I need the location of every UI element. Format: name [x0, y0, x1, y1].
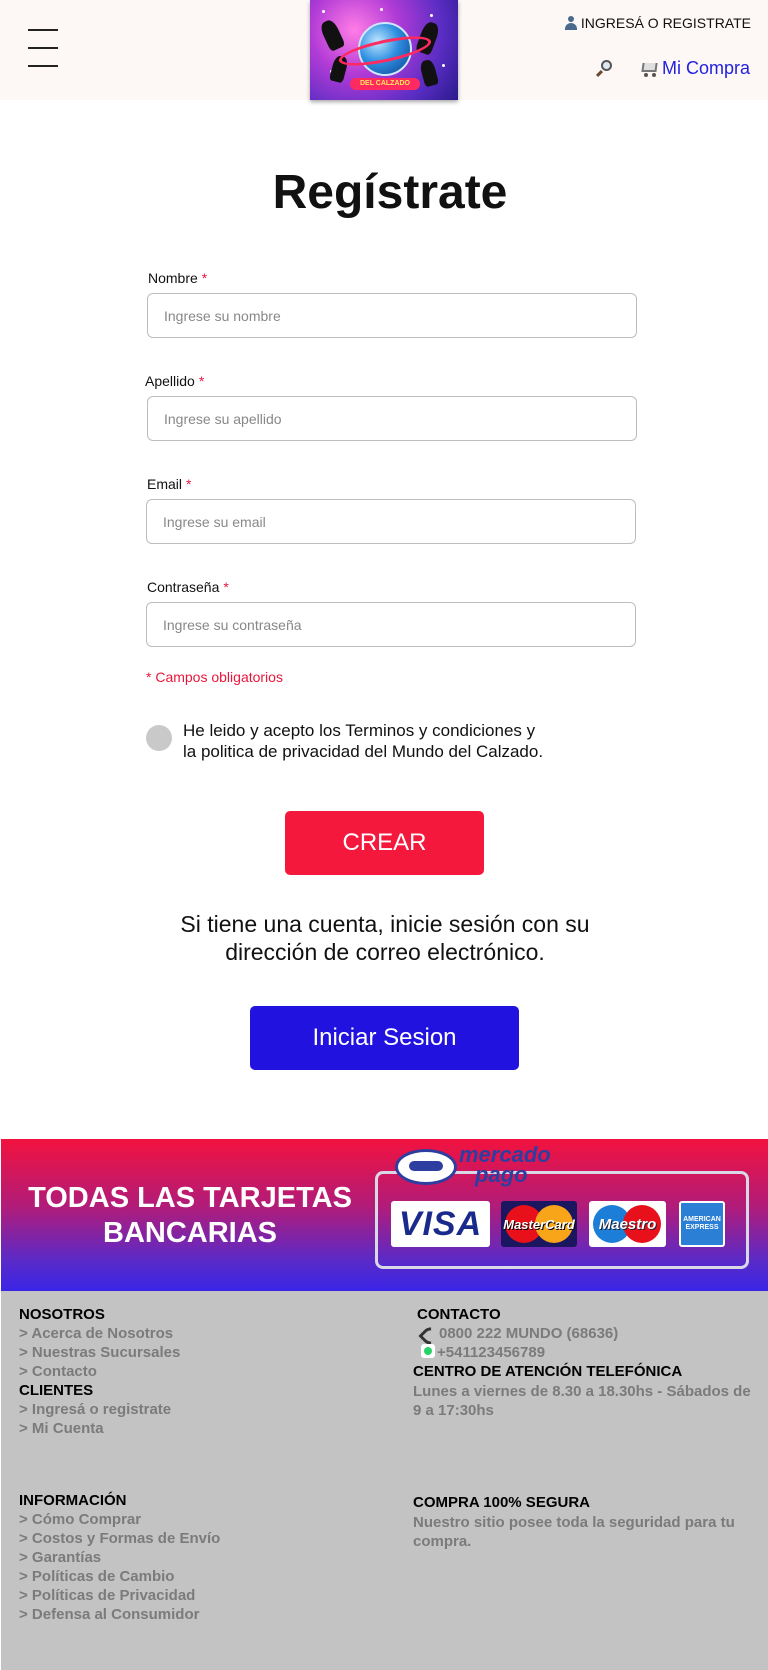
footer-hours: Lunes a viernes de 8.30 a 18.30hs - Sába… [413, 1383, 751, 1419]
create-button[interactable]: CREAR [285, 811, 484, 875]
footer-whatsapp: +541123456789 [421, 1343, 545, 1362]
page: DEL CALZADO INGRESÁ O REGISTRATE Mi Comp… [0, 0, 768, 1670]
user-icon [564, 16, 578, 30]
footer-compra-text: Nuestro sitio posee toda la seguridad pa… [413, 1514, 735, 1550]
cart-icon [640, 61, 658, 77]
footer-phone: 0800 222 MUNDO (68636) [421, 1324, 618, 1343]
footer-link-como-comprar[interactable]: > Cómo Comprar [19, 1511, 141, 1528]
footer-link-ingresa[interactable]: > Ingresá o registrate [19, 1401, 171, 1418]
email-field[interactable] [146, 499, 636, 544]
footer-link-privacidad[interactable]: > Políticas de Privacidad [19, 1587, 195, 1604]
footer-contacto-title: CONTACTO [417, 1306, 501, 1323]
footer-link-garantias[interactable]: > Garantías [19, 1549, 101, 1566]
password-label: Contraseña * [147, 579, 229, 595]
terms-line-2: la politica de privacidad del Mundo del … [183, 742, 544, 761]
email-label: Email * [147, 476, 192, 492]
banner-text: TODAS LAS TARJETAS BANCARIAS [28, 1182, 352, 1249]
page-title: Regístrate [272, 166, 508, 219]
site-logo[interactable]: DEL CALZADO [310, 0, 458, 100]
footer-link-envio[interactable]: > Costos y Formas de Envío [19, 1530, 220, 1547]
maestro-card: Maestro [589, 1201, 666, 1247]
footer-nosotros-title: NOSOTROS [19, 1306, 105, 1323]
footer-link-acerca[interactable]: > Acerca de Nosotros [19, 1325, 173, 1342]
mercadopago-logo: mercado pago [395, 1144, 555, 1187]
footer-link-sucursales[interactable]: > Nuestras Sucursales [19, 1344, 180, 1361]
footer-link-cambio[interactable]: > Políticas de Cambio [19, 1568, 174, 1585]
footer-link-mi-cuenta[interactable]: > Mi Cuenta [19, 1420, 104, 1437]
terms-text: He leido y acepto los Terminos y condici… [183, 720, 603, 762]
header: DEL CALZADO INGRESÁ O REGISTRATE Mi Comp… [0, 0, 768, 100]
required-note: * Campos obligatorios [146, 669, 283, 685]
whatsapp-icon [421, 1344, 435, 1358]
phone-icon [421, 1326, 435, 1340]
search-icon[interactable] [594, 60, 612, 78]
amex-card: AMERICAN EXPRESS [679, 1201, 725, 1247]
terms-line-1: He leido y acepto los Terminos y condici… [183, 721, 536, 740]
terms-checkbox[interactable] [146, 725, 172, 751]
cart-link[interactable]: Mi Compra [640, 58, 750, 79]
footer-link-defensa[interactable]: > Defensa al Consumidor [19, 1606, 199, 1623]
password-field[interactable] [146, 602, 636, 647]
login-register-label: INGRESÁ O REGISTRATE [580, 15, 751, 31]
footer-centro-title: CENTRO DE ATENCIÓN TELEFÓNICA [413, 1363, 683, 1380]
footer-clientes-title: CLIENTES [19, 1382, 94, 1399]
cart-label: Mi Compra [662, 58, 751, 78]
apellido-field[interactable] [147, 396, 637, 441]
visa-card: VISA [391, 1201, 490, 1247]
apellido-label: Apellido * [145, 373, 205, 389]
nombre-label: Nombre * [148, 270, 208, 286]
login-register-link[interactable]: INGRESÁ O REGISTRATE [564, 15, 751, 31]
footer: NOSOTROS > Acerca de Nosotros > Nuestras… [1, 1291, 768, 1670]
footer-informacion-title: INFORMACIÓN [19, 1492, 127, 1509]
menu-icon[interactable] [28, 29, 58, 67]
has-account-text: Si tiene una cuenta, inicie sesión con s… [180, 911, 590, 965]
footer-link-contacto[interactable]: > Contacto [19, 1363, 97, 1380]
login-button[interactable]: Iniciar Sesion [250, 1006, 519, 1070]
handshake-icon [409, 1161, 443, 1171]
footer-compra-title: COMPRA 100% SEGURA [413, 1494, 590, 1511]
logo-banner: DEL CALZADO [350, 78, 420, 90]
mastercard-card: MasterCard [501, 1201, 577, 1247]
payment-banner: TODAS LAS TARJETAS BANCARIAS mercado pago… [1, 1139, 768, 1291]
nombre-field[interactable] [147, 293, 637, 338]
